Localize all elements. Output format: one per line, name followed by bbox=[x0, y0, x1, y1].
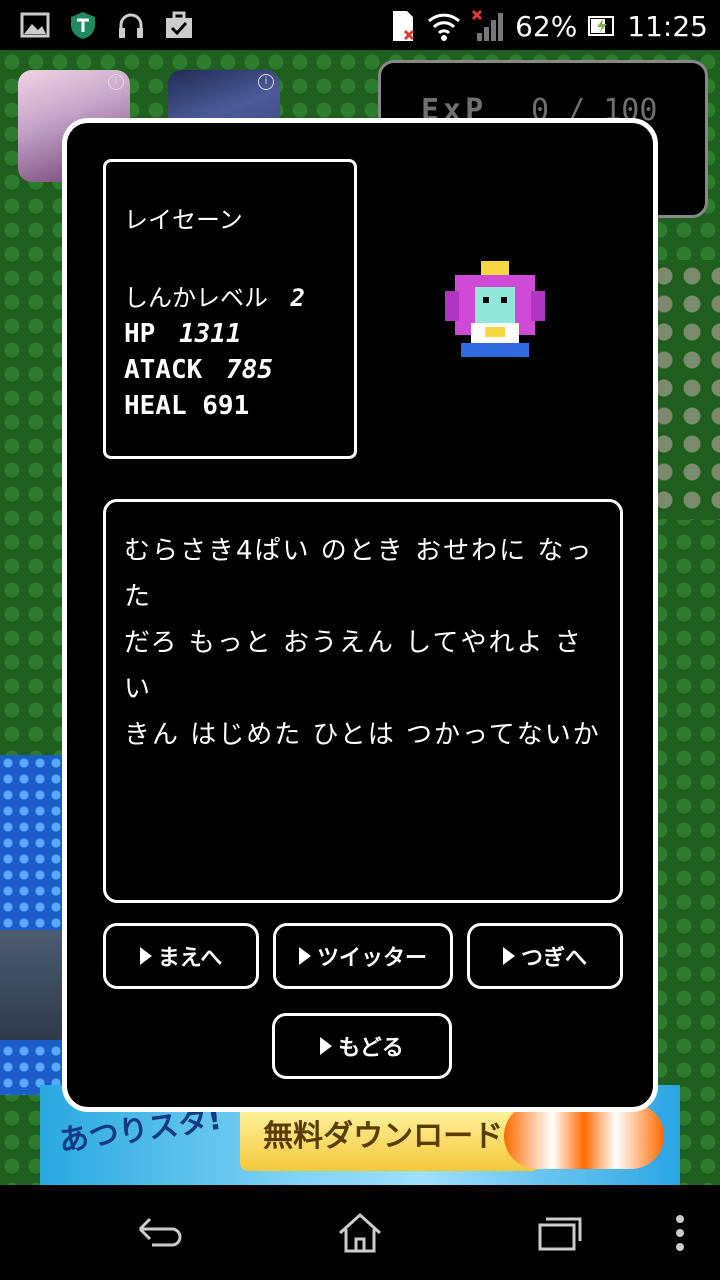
level-row: しんかレベル 2 bbox=[124, 278, 336, 313]
back-button[interactable]: もどる bbox=[272, 1013, 452, 1079]
back-icon[interactable] bbox=[132, 1207, 184, 1259]
info-icon[interactable]: i bbox=[258, 74, 274, 90]
castle-sprite bbox=[0, 930, 70, 1040]
briefcase-check-icon bbox=[166, 11, 192, 38]
sim-error-icon bbox=[393, 11, 415, 41]
character-name: レイセーン bbox=[124, 206, 243, 234]
back-button-label: もどる bbox=[338, 1036, 404, 1061]
menu-icon[interactable] bbox=[654, 1207, 706, 1259]
prev-button-label: まえへ bbox=[157, 946, 223, 971]
play-arrow-icon bbox=[320, 1037, 333, 1055]
headset-icon bbox=[119, 13, 143, 38]
play-arrow-icon bbox=[139, 947, 152, 965]
ad-download-button[interactable]: 無料ダウンロード! bbox=[240, 1103, 540, 1171]
battery-percent: 62% bbox=[515, 9, 578, 43]
navigation-bar bbox=[0, 1185, 720, 1280]
play-arrow-icon bbox=[298, 947, 311, 965]
twitter-button-label: ツイッター bbox=[316, 946, 427, 971]
battery-charging-icon bbox=[588, 16, 615, 36]
clock: 11:25 bbox=[627, 9, 708, 43]
level-value: 2 bbox=[290, 284, 305, 312]
attack-value: 785 bbox=[225, 355, 273, 385]
hp-row: HP 1311 bbox=[124, 319, 336, 349]
prev-button[interactable]: まえへ bbox=[103, 923, 259, 989]
mountain-area bbox=[650, 260, 720, 520]
status-bar: 62% 11:25 bbox=[0, 0, 720, 50]
level-label: しんかレベル bbox=[124, 284, 268, 312]
hp-label: HP bbox=[124, 319, 156, 349]
message-line: むらさき4ぱい のとき おせわに なった bbox=[124, 536, 594, 612]
home-icon[interactable] bbox=[334, 1207, 386, 1259]
info-icon[interactable]: i bbox=[108, 74, 124, 90]
attack-row: ATACK 785 bbox=[124, 355, 336, 385]
water-area bbox=[0, 755, 70, 1095]
wifi-icon bbox=[428, 13, 461, 41]
vpn-shield-icon bbox=[71, 12, 95, 39]
message-line: だろ もっと おうえん してやれよ さい bbox=[124, 628, 583, 704]
next-button-label: つぎへ bbox=[520, 946, 587, 971]
heal-row-partial: HEAL 691 bbox=[124, 391, 250, 421]
no-signal-icon bbox=[472, 9, 504, 41]
image-icon bbox=[20, 12, 50, 38]
fish-image bbox=[504, 1103, 664, 1169]
attack-label: ATACK bbox=[124, 355, 203, 385]
hp-value: 1311 bbox=[178, 319, 242, 349]
stats-panel: レイセーン しんかレベル 2 HP 1311 ATACK 785 HEAL 69… bbox=[103, 159, 357, 459]
message-line: きん はじめた ひとは つかってないか bbox=[124, 720, 601, 750]
character-sprite bbox=[445, 261, 545, 357]
character-dialog: レイセーン しんかレベル 2 HP 1311 ATACK 785 HEAL 69… bbox=[62, 118, 658, 1112]
recent-apps-icon[interactable] bbox=[534, 1207, 586, 1259]
message-box: むらさき4ぱい のとき おせわに なった だろ もっと おうえん してやれよ さ… bbox=[103, 499, 623, 903]
next-button[interactable]: つぎへ bbox=[467, 923, 623, 989]
play-arrow-icon bbox=[502, 947, 515, 965]
twitter-button[interactable]: ツイッター bbox=[273, 923, 453, 989]
